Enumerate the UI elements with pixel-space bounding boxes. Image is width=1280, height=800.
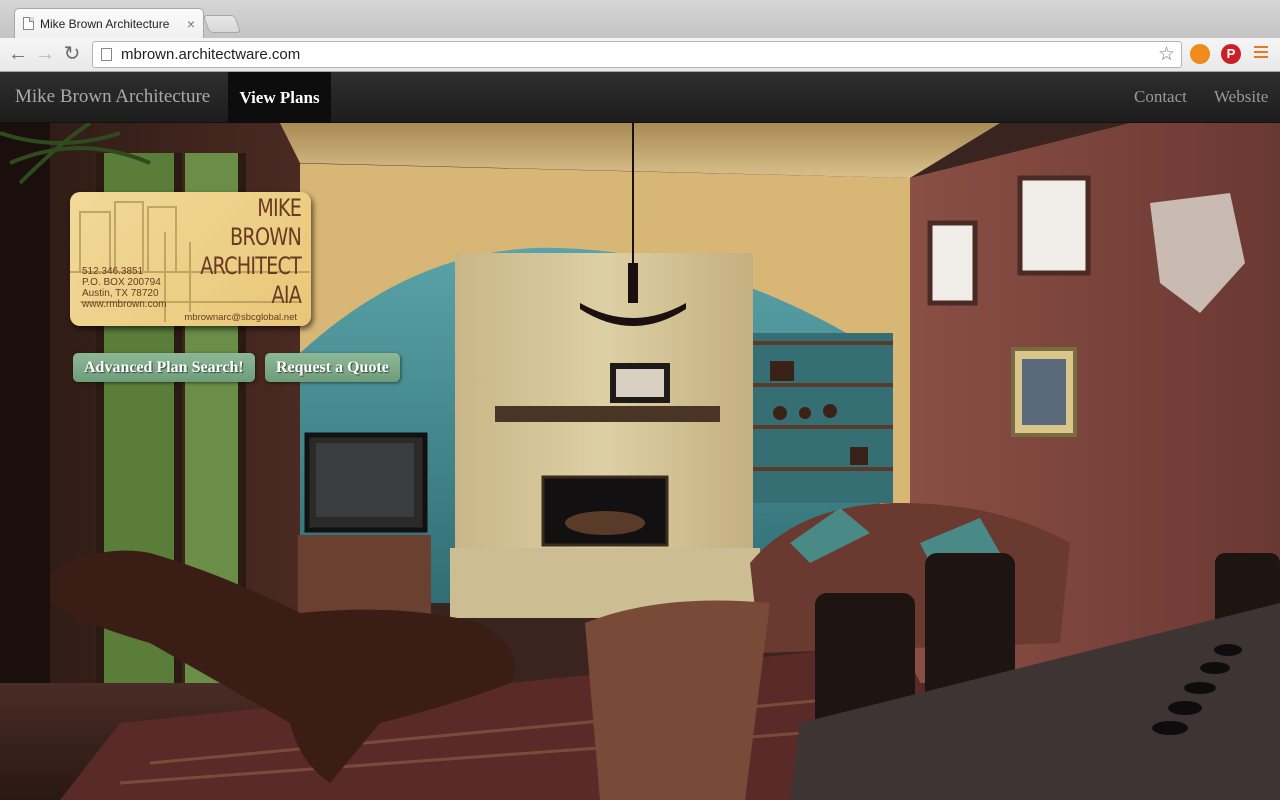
new-tab-button[interactable] xyxy=(202,15,242,33)
site-brand[interactable]: Mike Brown Architecture xyxy=(15,86,210,108)
menu-icon[interactable] xyxy=(1254,46,1268,60)
nav-contact[interactable]: Contact xyxy=(1134,87,1187,107)
pinterest-icon[interactable]: P xyxy=(1221,44,1241,64)
advanced-plan-search-button[interactable]: Advanced Plan Search! xyxy=(73,353,255,382)
tab-title: Mike Brown Architecture xyxy=(40,16,170,31)
logo-line: BROWN xyxy=(230,223,302,251)
logo-line: AIA xyxy=(271,281,301,309)
page-icon xyxy=(101,48,112,61)
fire-extension-icon[interactable] xyxy=(1190,44,1210,64)
bookmark-star-icon[interactable]: ☆ xyxy=(1158,43,1175,66)
nav-website[interactable]: Website xyxy=(1214,87,1268,107)
address-bar[interactable]: mbrown.architectware.com ☆ xyxy=(92,41,1182,68)
url-text: mbrown.architectware.com xyxy=(121,46,301,63)
forward-icon[interactable]: → xyxy=(33,42,57,66)
hero-section: MIKE BROWN ARCHITECT AIA 512.346.3851 P.… xyxy=(0,123,1280,800)
site-navbar: Mike Brown Architecture View Plans Conta… xyxy=(0,72,1280,123)
back-icon[interactable]: ← xyxy=(6,42,30,66)
phone-text: 512.346.3851 xyxy=(82,266,144,277)
city-text: Austin, TX 78720 xyxy=(82,288,159,299)
browser-tabstrip: Mike Brown Architecture × xyxy=(0,0,1280,38)
business-card-logo[interactable]: MIKE BROWN ARCHITECT AIA 512.346.3851 P.… xyxy=(70,192,311,326)
logo-wordmark: MIKE BROWN ARCHITECT AIA xyxy=(200,194,302,310)
reload-icon[interactable]: ↻ xyxy=(60,42,84,66)
logo-line: MIKE xyxy=(257,194,302,222)
page-icon xyxy=(23,17,34,30)
logo-line: ARCHITECT xyxy=(200,252,302,280)
browser-toolbar: ← → ↻ mbrown.architectware.com ☆ P xyxy=(0,38,1280,72)
po-box-text: P.O. BOX 200794 xyxy=(82,277,161,288)
nav-view-plans[interactable]: View Plans xyxy=(228,72,331,123)
contact-info: 512.346.3851 P.O. BOX 200794 Austin, TX … xyxy=(82,266,166,310)
browser-tab[interactable]: Mike Brown Architecture × xyxy=(14,8,204,38)
web-text: www.rmbrown.com xyxy=(82,299,167,310)
request-quote-button[interactable]: Request a Quote xyxy=(265,353,400,382)
email-text: mbrownarc@sbcglobal.net xyxy=(184,312,297,323)
tab-close-icon[interactable]: × xyxy=(187,16,195,32)
